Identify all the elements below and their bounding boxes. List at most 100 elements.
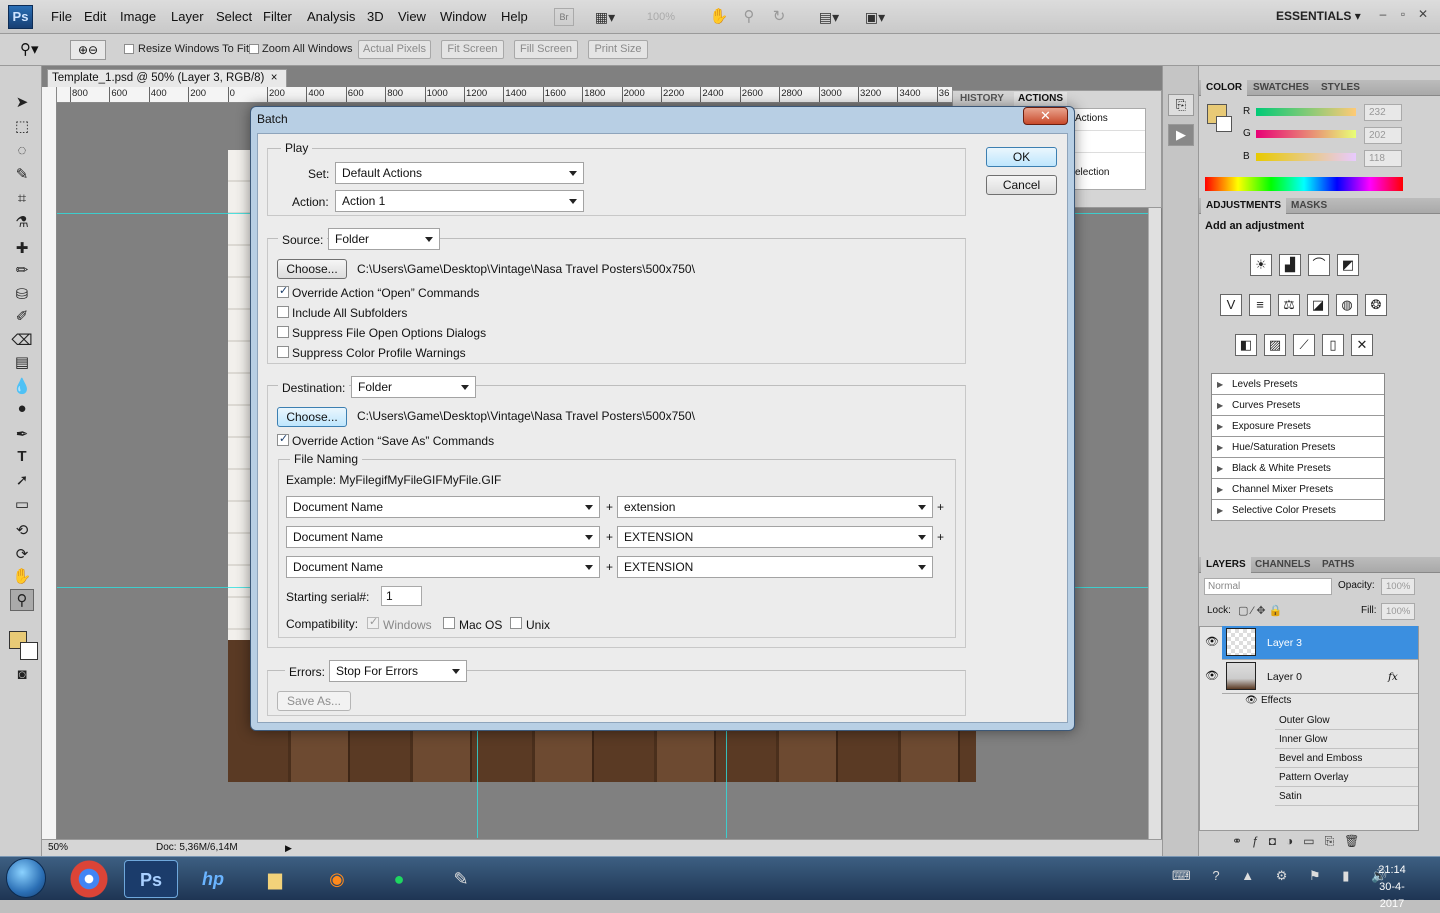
zoom-in-out-icon[interactable]: ⊕⊖ — [70, 40, 106, 60]
ok-button[interactable]: OK — [986, 147, 1057, 167]
3d-rotate-icon[interactable]: ⟲ — [10, 520, 34, 542]
menu-help[interactable]: Help — [501, 9, 528, 24]
menu-analysis[interactable]: Analysis — [307, 9, 355, 24]
naming-row3-left-select[interactable]: Document Name — [286, 556, 600, 578]
tab-masks[interactable]: MASKS — [1286, 198, 1332, 214]
preset-levels[interactable]: Levels Presets — [1212, 374, 1384, 395]
gradient-map-icon[interactable]: ▯ — [1322, 334, 1344, 356]
tab-swatches[interactable]: SWATCHES — [1248, 80, 1314, 96]
rotate-view-icon[interactable]: ↻ — [768, 8, 790, 26]
screen-mode-icon[interactable]: ▣▾ — [858, 8, 892, 26]
channel-mixer-icon[interactable]: ❂ — [1365, 294, 1387, 316]
quick-mask-icon[interactable]: ◙ — [10, 664, 34, 686]
cancel-button[interactable]: Cancel — [986, 175, 1057, 195]
effect-outer-glow[interactable]: Outer Glow — [1275, 711, 1418, 730]
color-spectrum[interactable] — [1205, 177, 1403, 191]
move-tool-icon[interactable]: ➤ — [10, 92, 34, 114]
shape-tool-icon[interactable]: ▭ — [10, 494, 34, 516]
gradient-tool-icon[interactable]: ▤ — [10, 352, 34, 374]
invert-icon[interactable]: ◧ — [1235, 334, 1257, 356]
compat-unix-checkbox[interactable] — [510, 617, 522, 629]
destination-select[interactable]: Folder — [351, 376, 476, 398]
save-as-button[interactable]: Save As... — [277, 691, 351, 711]
layers-footer-icons[interactable]: ⚭ƒ◘◑▭⎘🗑 — [1232, 834, 1369, 849]
dodge-tool-icon[interactable]: ● — [10, 398, 34, 420]
starting-serial-input[interactable]: 1 — [381, 586, 422, 606]
black-white-icon[interactable]: ◪ — [1307, 294, 1329, 316]
channel-b-slider[interactable] — [1256, 153, 1356, 161]
vibrance-icon[interactable]: V — [1220, 294, 1242, 316]
selective-color-icon[interactable]: ✕ — [1351, 334, 1373, 356]
compat-macos-checkbox[interactable] — [443, 617, 455, 629]
document-tab-close-icon[interactable]: × — [271, 72, 278, 84]
tab-actions[interactable]: ACTIONS — [1014, 92, 1067, 107]
override-open-checkbox[interactable] — [277, 284, 289, 298]
naming-row2-left-select[interactable]: Document Name — [286, 526, 600, 548]
destination-choose-button[interactable]: Choose... — [277, 407, 347, 427]
channel-g-value[interactable]: 202 — [1364, 127, 1402, 144]
tab-styles[interactable]: STYLES — [1316, 80, 1365, 96]
tab-layers[interactable]: LAYERS — [1201, 557, 1251, 573]
zoom-readout[interactable]: 50% — [48, 840, 68, 856]
visibility-eye-icon[interactable]: 👁 — [1205, 635, 1219, 648]
workspace-switcher[interactable]: ESSENTIALS ▾ — [1276, 9, 1361, 23]
posterize-icon[interactable]: ▨ — [1264, 334, 1286, 356]
preset-black-white[interactable]: Black & White Presets — [1212, 458, 1384, 479]
arrange-documents-icon[interactable]: ▤▾ — [812, 8, 846, 26]
spotify-icon[interactable]: ● — [372, 860, 426, 898]
effect-bevel-emboss[interactable]: Bevel and Emboss — [1275, 749, 1418, 768]
preset-curves[interactable]: Curves Presets — [1212, 395, 1384, 416]
tab-channels[interactable]: CHANNELS — [1250, 557, 1316, 573]
path-select-icon[interactable]: ➚ — [10, 470, 34, 492]
fill-screen-button[interactable]: Fill Screen — [514, 40, 578, 59]
zoom-tool-active-icon[interactable]: ⚲ — [10, 589, 34, 611]
naming-row1-right-select[interactable]: extension — [617, 496, 933, 518]
resize-windows-checkbox[interactable] — [124, 44, 134, 54]
restore-button[interactable]: ▫ — [1394, 7, 1412, 23]
preset-exposure[interactable]: Exposure Presets — [1212, 416, 1384, 437]
effects-eye-icon[interactable]: 👁 — [1245, 695, 1258, 706]
status-arrow-icon[interactable]: ▶ — [285, 840, 292, 856]
layer-name[interactable]: Layer 0 — [1267, 660, 1302, 694]
eyedropper-tool-icon[interactable]: ⚗ — [10, 212, 34, 234]
tab-history[interactable]: HISTORY — [956, 92, 1008, 107]
explorer-icon[interactable]: ▆ — [248, 860, 302, 898]
healing-tool-icon[interactable]: ✚ — [10, 238, 34, 260]
set-select[interactable]: Default Actions — [335, 162, 584, 184]
actual-pixels-button[interactable]: Actual Pixels — [358, 40, 431, 59]
naming-row3-right-select[interactable]: EXTENSION — [617, 556, 933, 578]
blend-mode-select[interactable]: Normal — [1204, 578, 1332, 595]
fx-icon[interactable]: fx — [1388, 660, 1398, 694]
action-select[interactable]: Action 1 — [335, 190, 584, 212]
menu-edit[interactable]: Edit — [84, 9, 106, 24]
background-color-swatch[interactable] — [20, 642, 38, 660]
naming-row2-right-select[interactable]: EXTENSION — [617, 526, 933, 548]
preset-hue-saturation[interactable]: Hue/Saturation Presets — [1212, 437, 1384, 458]
system-clock[interactable]: 21:14 30-4-2017 — [1368, 862, 1416, 913]
menu-filter[interactable]: Filter — [263, 9, 292, 24]
quick-select-tool-icon[interactable]: ✎ — [10, 164, 34, 186]
naming-row1-left-select[interactable]: Document Name — [286, 496, 600, 518]
hand-tool-icon[interactable]: ✋ — [10, 566, 34, 588]
brightness-icon[interactable]: ☀ — [1250, 254, 1272, 276]
minimize-button[interactable]: – — [1374, 7, 1392, 23]
action-item[interactable] — [1073, 131, 1145, 153]
menu-file[interactable]: File — [51, 9, 72, 24]
channel-r-slider[interactable] — [1256, 108, 1356, 116]
brush-tool-icon[interactable]: ✏ — [10, 260, 34, 282]
dialog-close-button[interactable]: ✕ — [1023, 107, 1068, 125]
marquee-tool-icon[interactable]: ⬚ — [10, 116, 34, 138]
zoom-level-box[interactable]: 100% — [636, 8, 686, 26]
source-choose-button[interactable]: Choose... — [277, 259, 347, 279]
close-button[interactable]: ✕ — [1414, 7, 1432, 23]
eraser-tool-icon[interactable]: ⌫ — [10, 330, 34, 352]
view-extras-icon[interactable]: ▦▾ — [590, 8, 620, 26]
lasso-tool-icon[interactable]: ◌ — [10, 140, 34, 162]
action-item[interactable]: Actions — [1073, 109, 1145, 131]
opacity-value[interactable]: 100% — [1381, 578, 1415, 595]
paint-icon[interactable]: ✎ — [434, 860, 488, 898]
menu-view[interactable]: View — [398, 9, 426, 24]
zoom-all-checkbox[interactable] — [249, 44, 259, 54]
hue-saturation-icon[interactable]: ≡ — [1249, 294, 1271, 316]
zoom-icon[interactable]: ⚲ — [738, 8, 760, 26]
